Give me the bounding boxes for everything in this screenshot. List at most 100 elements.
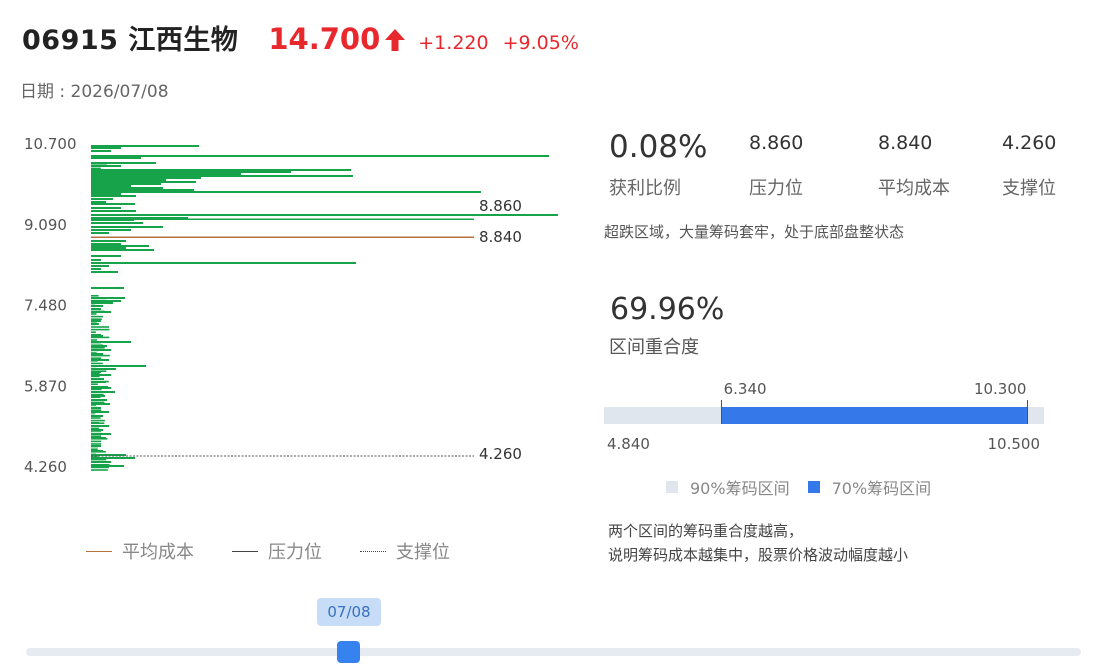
chip-bar [91, 422, 105, 424]
chip-bar [91, 157, 141, 159]
range-70-bar [720, 407, 1029, 424]
range-legend-70-label: 70%筹码区间 [831, 479, 932, 498]
chip-bar [91, 163, 107, 165]
chip-bar [91, 259, 101, 261]
support-value: 4.260 [1002, 132, 1057, 154]
chip-bar [91, 313, 97, 315]
chip-bar [91, 315, 103, 318]
overlap-note-line2: 说明筹码成本越集中，股票价格波动幅度越小 [608, 546, 909, 564]
chip-bar [91, 352, 97, 354]
legend-avg-cost-label: 平均成本 [122, 542, 194, 563]
chip-bar [91, 203, 135, 205]
chip-bar [91, 453, 97, 456]
chip-bar [91, 169, 351, 171]
stat-profit-ratio: 0.08% 获利比例 [609, 129, 707, 199]
chip-bar [91, 222, 143, 224]
chip-range-bar: 6.340 10.300 4.840 10.500 [604, 380, 1044, 456]
chip-bar [91, 174, 108, 177]
chip-bar [91, 181, 109, 183]
chip-bar [91, 232, 109, 234]
chip-distribution-chart: 10.700 9.090 7.480 5.870 4.260 8.860 8.840 4… [24, 135, 558, 476]
y-axis-ticks: 10.700 9.090 7.480 5.870 4.260 [24, 135, 77, 476]
price-change: +1.220 [418, 32, 489, 54]
range-legend-90-swatch [666, 481, 678, 493]
chip-bar [91, 440, 102, 443]
stat-avg-cost: 8.840 平均成本 [878, 132, 950, 199]
y-tick-label: 9.090 [24, 216, 67, 234]
chip-bar [91, 425, 110, 427]
chip-bar [91, 409, 102, 411]
chip-bar [91, 323, 95, 326]
chip-bar [91, 362, 103, 365]
legend-avg-cost-swatch [86, 550, 112, 552]
legend-support: 支撑位 [360, 538, 450, 564]
current-price: 14.700 [268, 22, 381, 56]
chip-bar [91, 341, 101, 344]
chart-legend: 平均成本 压力位 支撑位 [86, 538, 488, 564]
chip-bar [91, 210, 136, 212]
date-label: 日期 : 2026/07/08 [20, 82, 169, 102]
chip-bar [91, 349, 99, 352]
chip-bar [91, 165, 108, 167]
chip-bar [91, 326, 110, 328]
range-70-low-label: 6.340 [723, 380, 767, 398]
chip-bar [91, 176, 101, 179]
range-legend-70: 70%筹码区间 [807, 475, 932, 499]
legend-pressure: 压力位 [232, 538, 322, 564]
support-line-label: 4.260 [479, 445, 522, 463]
chip-bar [91, 458, 107, 461]
chip-bar [91, 375, 100, 378]
chip-bar [91, 336, 110, 339]
chip-bar [91, 147, 121, 149]
chip-bar [91, 451, 106, 453]
chip-bar [91, 247, 126, 249]
chip-bar [91, 370, 107, 372]
chip-bar [91, 438, 108, 440]
chip-bar [91, 396, 101, 398]
timeline-slider-handle[interactable] [337, 641, 360, 663]
range-legend: 90%筹码区间 70%筹码区间 [666, 475, 949, 499]
chip-bar [91, 321, 97, 323]
chip-bar [91, 404, 97, 406]
chip-description: 超跌区域，大量筹码套牢，处于底部盘整状态 [604, 223, 905, 241]
chip-bar [91, 399, 107, 401]
chip-bar [91, 445, 99, 448]
chip-bar [91, 287, 124, 289]
chip-bar [91, 334, 102, 336]
chip-bar [91, 367, 97, 370]
chip-bar [91, 245, 149, 247]
chip-bar [91, 360, 98, 362]
chip-bar [91, 406, 98, 409]
chip-bar [91, 265, 109, 267]
range-90-high-label: 10.500 [987, 435, 1041, 453]
chip-bar [91, 393, 104, 396]
legend-support-label: 支撑位 [396, 542, 450, 563]
price-change-percent: +9.05% [502, 32, 579, 54]
chip-bar [91, 435, 102, 437]
chip-bar [91, 344, 103, 346]
range-70-low-tick [720, 400, 722, 424]
chip-bar [91, 388, 102, 391]
chip-bar [91, 430, 102, 432]
chip-bar [91, 328, 110, 331]
pressure-label: 压力位 [749, 178, 803, 199]
chip-bar [91, 383, 98, 385]
chip-bar [91, 177, 201, 179]
profit-ratio-label: 获利比例 [609, 178, 681, 199]
chip-bar [91, 331, 96, 333]
y-tick-label: 10.700 [24, 135, 77, 153]
chip-bar [91, 145, 199, 147]
chip-bar [91, 243, 121, 245]
chip-bar [91, 419, 105, 422]
chip-bar [91, 191, 481, 193]
chip-bars [91, 145, 558, 471]
chip-bar [91, 249, 154, 251]
chip-bar [91, 357, 102, 359]
chip-bar [91, 229, 131, 231]
chip-bar [91, 432, 102, 435]
timeline-track[interactable] [26, 648, 1081, 656]
chip-bar [91, 167, 101, 170]
overlap-label: 区间重合度 [609, 337, 699, 358]
chip-bar [91, 443, 102, 445]
chip-bar [91, 297, 107, 300]
